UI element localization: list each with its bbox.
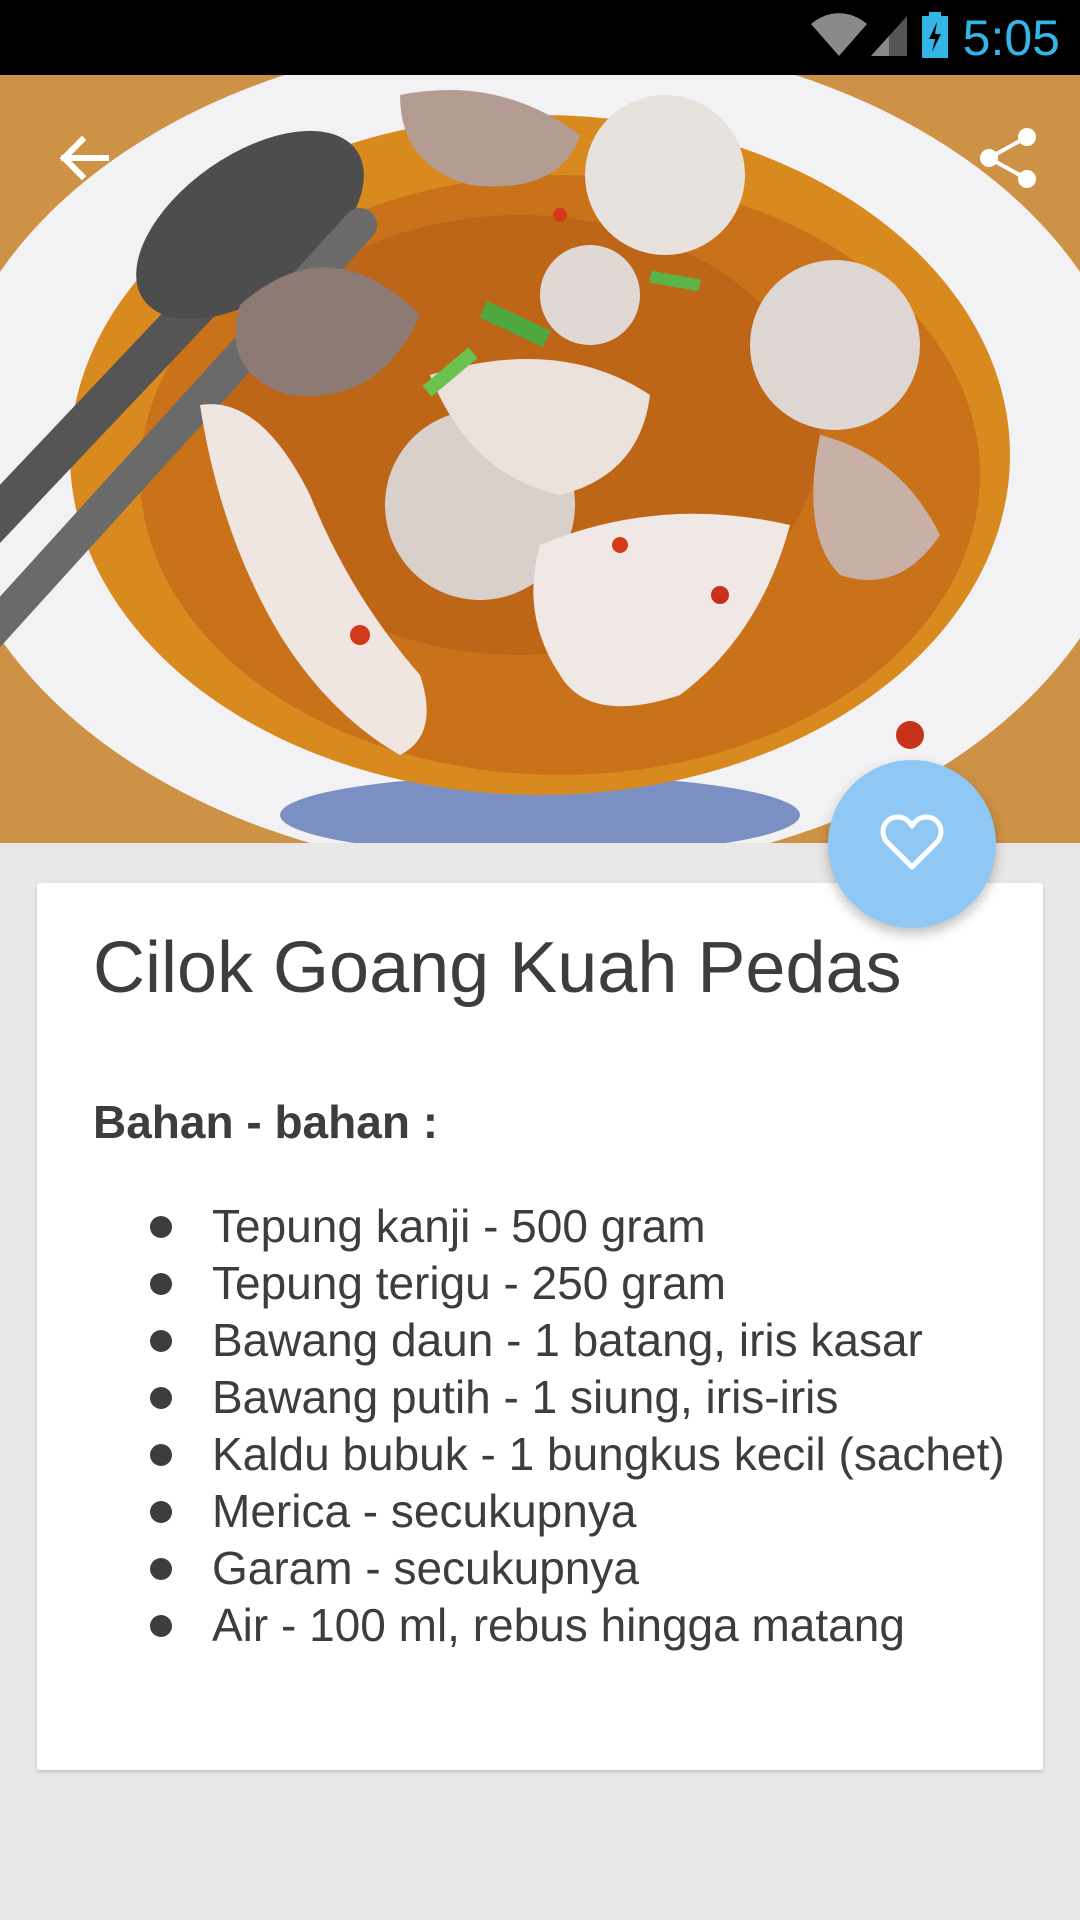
bullet-icon [150, 1330, 172, 1352]
list-item: Bawang putih - 1 siung, iris-iris [150, 1369, 1012, 1426]
bullet-icon [150, 1273, 172, 1295]
share-icon [977, 127, 1039, 194]
status-bar: 5:05 [0, 0, 1080, 75]
bullet-icon [150, 1615, 172, 1637]
bullet-icon [150, 1444, 172, 1466]
recipe-card: Cilok Goang Kuah Pedas Bahan - bahan : T… [37, 883, 1043, 1770]
bullet-icon [150, 1501, 172, 1523]
list-item: Tepung terigu - 250 gram [150, 1255, 1012, 1312]
bullet-icon [150, 1558, 172, 1580]
list-item: Air - 100 ml, rebus hingga matang [150, 1597, 1012, 1654]
list-item: Bawang daun - 1 batang, iris kasar [150, 1312, 1012, 1369]
ingredients-heading: Bahan - bahan : [93, 1096, 439, 1148]
favorite-button[interactable] [828, 760, 996, 928]
heart-outline-icon [880, 813, 944, 876]
share-button[interactable] [968, 120, 1048, 200]
food-photo [0, 75, 1080, 843]
arrow-back-icon [56, 130, 112, 191]
bullet-icon [150, 1387, 172, 1409]
battery-charging-icon [921, 10, 949, 65]
list-item: Garam - secukupnya [150, 1540, 1012, 1597]
back-button[interactable] [44, 120, 124, 200]
clock: 5:05 [962, 9, 1060, 66]
list-item: Merica - secukupnya [150, 1483, 1012, 1540]
ingredients-list: Tepung kanji - 500 gram Tepung terigu - … [150, 1198, 1012, 1654]
list-item: Kaldu bubuk - 1 bungkus kecil (sachet) [150, 1426, 1012, 1483]
wifi-icon [809, 10, 869, 65]
recipe-title: Cilok Goang Kuah Pedas [93, 928, 902, 1008]
signal-icon [869, 10, 909, 65]
bullet-icon [150, 1216, 172, 1238]
list-item: Tepung kanji - 500 gram [150, 1198, 1012, 1255]
